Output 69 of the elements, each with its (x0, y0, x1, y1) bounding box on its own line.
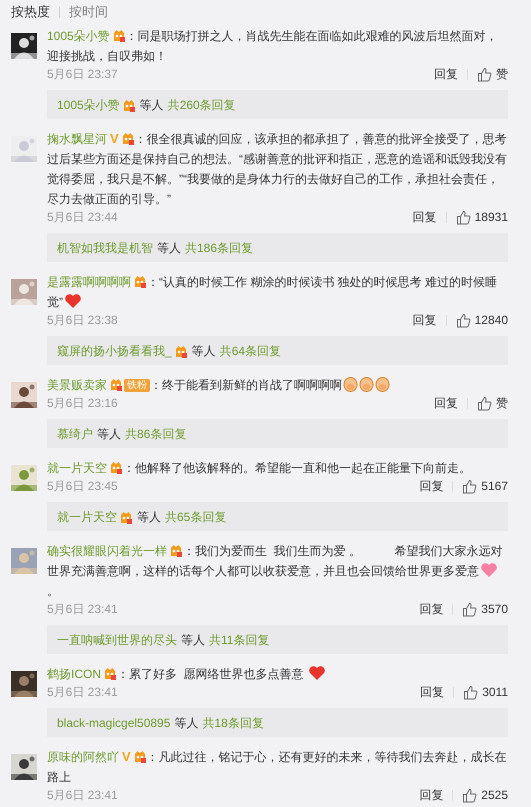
reply-link[interactable]: 回复 (419, 787, 444, 803)
comment-text: 1005朵小赞 ：同是职场打拼之人，肖战先生能在面临如此艰难的风波后坦然面对，迎接挑战，自叹弗如！ (47, 27, 499, 65)
emoji-icon (375, 376, 390, 392)
member-badge-icon (109, 377, 123, 391)
member-badge-icon (122, 98, 136, 112)
replies-summary[interactable]: 慕绮户 等人 共86条回复 (47, 419, 508, 448)
like-button[interactable]: 赞 (477, 395, 508, 411)
member-badge-icon (109, 460, 123, 474)
member-badge-icon (174, 344, 188, 358)
comment-time: 5月6日 23:44 (47, 209, 118, 225)
emoji-icon (359, 376, 374, 392)
heart-icon (64, 293, 82, 309)
member-badge-icon (119, 510, 133, 524)
reply-link[interactable]: 回复 (434, 66, 458, 82)
replies-summary[interactable]: 窥屏的扬小扬看看我_ 等人 共64条回复 (47, 336, 508, 365)
like-button[interactable]: 2525 (462, 787, 508, 803)
like-button[interactable]: 3011 (463, 684, 508, 700)
reply-link[interactable]: 回复 (419, 478, 444, 494)
replies-summary[interactable]: black-magicgel50895 等人 共18条回复 (47, 708, 508, 737)
comment-time: 5月6日 23:45 (47, 478, 118, 494)
member-badge-icon (169, 543, 183, 557)
reply-link[interactable]: 回复 (420, 684, 444, 700)
replies-summary[interactable]: 就一片天空 等人 共65条回复 (47, 502, 508, 531)
replies-summary[interactable]: 一直呐喊到世界的尽头 等人 共11条回复 (47, 625, 508, 654)
sort-tab[interactable]: 按热度 (11, 4, 50, 20)
member-badge-icon (103, 666, 117, 680)
heart-icon (480, 562, 498, 578)
heart-icon (308, 665, 326, 681)
comment-time: 5月6日 23:37 (47, 66, 118, 82)
replies-summary[interactable]: 机智如我我是机智 等人 共186条回复 (47, 233, 508, 262)
member-badge-icon (133, 274, 147, 288)
emoji-icon (343, 376, 358, 392)
reply-link[interactable]: 回复 (412, 312, 437, 328)
comment-time: 5月6日 23:16 (47, 395, 118, 411)
verified-label: V (122, 749, 131, 764)
comment-time: 5月6日 23:41 (47, 684, 118, 700)
thumbs-up-icon (456, 210, 471, 224)
reply-link[interactable]: 回复 (412, 209, 437, 225)
thumbs-up-icon (477, 66, 492, 82)
comment-text: 是露露啊啊啊啊 ：“认真的时候工作 糊涂的时候读书 独处的时候思考 难过的时候睡觉” (47, 273, 498, 311)
thumbs-up-icon (462, 788, 478, 802)
like-button[interactable]: 12840 (456, 312, 508, 328)
member-badge-icon (132, 749, 147, 763)
comment-time: 5月6日 23:41 (47, 601, 118, 617)
member-badge-icon (120, 131, 135, 145)
like-button[interactable]: 3570 (462, 601, 508, 617)
reply-link[interactable]: 回复 (434, 395, 458, 411)
fan-badge: 铁粉 (124, 379, 150, 392)
comment-text: 确实很耀眼闪着光一样 ：我们为爱而生 我们生而为爱 。 希望我们大家永远对世界充满善意啊，这样的话每个人都可以收获爱意，并且也会回馈给世界更多爱意 。 (47, 542, 504, 600)
comment-time: 5月6日 23:41 (47, 787, 118, 803)
thumbs-up-icon (456, 312, 471, 328)
comment-text: 原味的阿然吖 V ：凡此过往，铭记于心，还有更好的未来，等待我们去奔赴，成长在路上 (47, 748, 508, 786)
verified-label: V (110, 131, 119, 146)
like-button[interactable]: 赞 (477, 66, 508, 82)
like-button[interactable]: 18931 (456, 209, 508, 225)
comment-text: 就一片天空 ：他解释了他该解释的。希望能一直和他一起在正能量下向前走。 (47, 459, 472, 477)
sort-tab[interactable]: 按时间 (69, 4, 108, 20)
thumbs-up-icon (463, 684, 478, 700)
comment-text: 鹤扬ICON ：累了好多 愿网络世界也多点善意 (47, 664, 508, 684)
replies-summary[interactable]: 1005朵小赞 等人 共260条回复 (47, 90, 508, 119)
comment-time: 5月6日 23:38 (47, 312, 118, 328)
comment-text: 美景贩卖家 铁粉 ：终于能看到新鲜的肖战了啊啊啊啊 (47, 375, 508, 395)
thumbs-up-icon (462, 478, 478, 494)
thumbs-up-icon (477, 396, 492, 410)
reply-link[interactable]: 回复 (419, 601, 444, 617)
like-button[interactable]: 5167 (462, 478, 508, 494)
thumbs-up-icon (462, 602, 478, 616)
member-badge-icon (112, 28, 126, 42)
comment-text: 掬水飘星河 V ：很全很真诚的回应，该承担的都承担了，善意的批评全接受了，思考过后某些方面还是保持自己的想法。“感谢善意的批评和指正，恶意的造谣和诋毁我没有觉得委屈，我只是不解。”“我要做的是身体力行的去做好自己的工作，承担社会责任，尽力去做正面的引导。” (47, 130, 508, 208)
